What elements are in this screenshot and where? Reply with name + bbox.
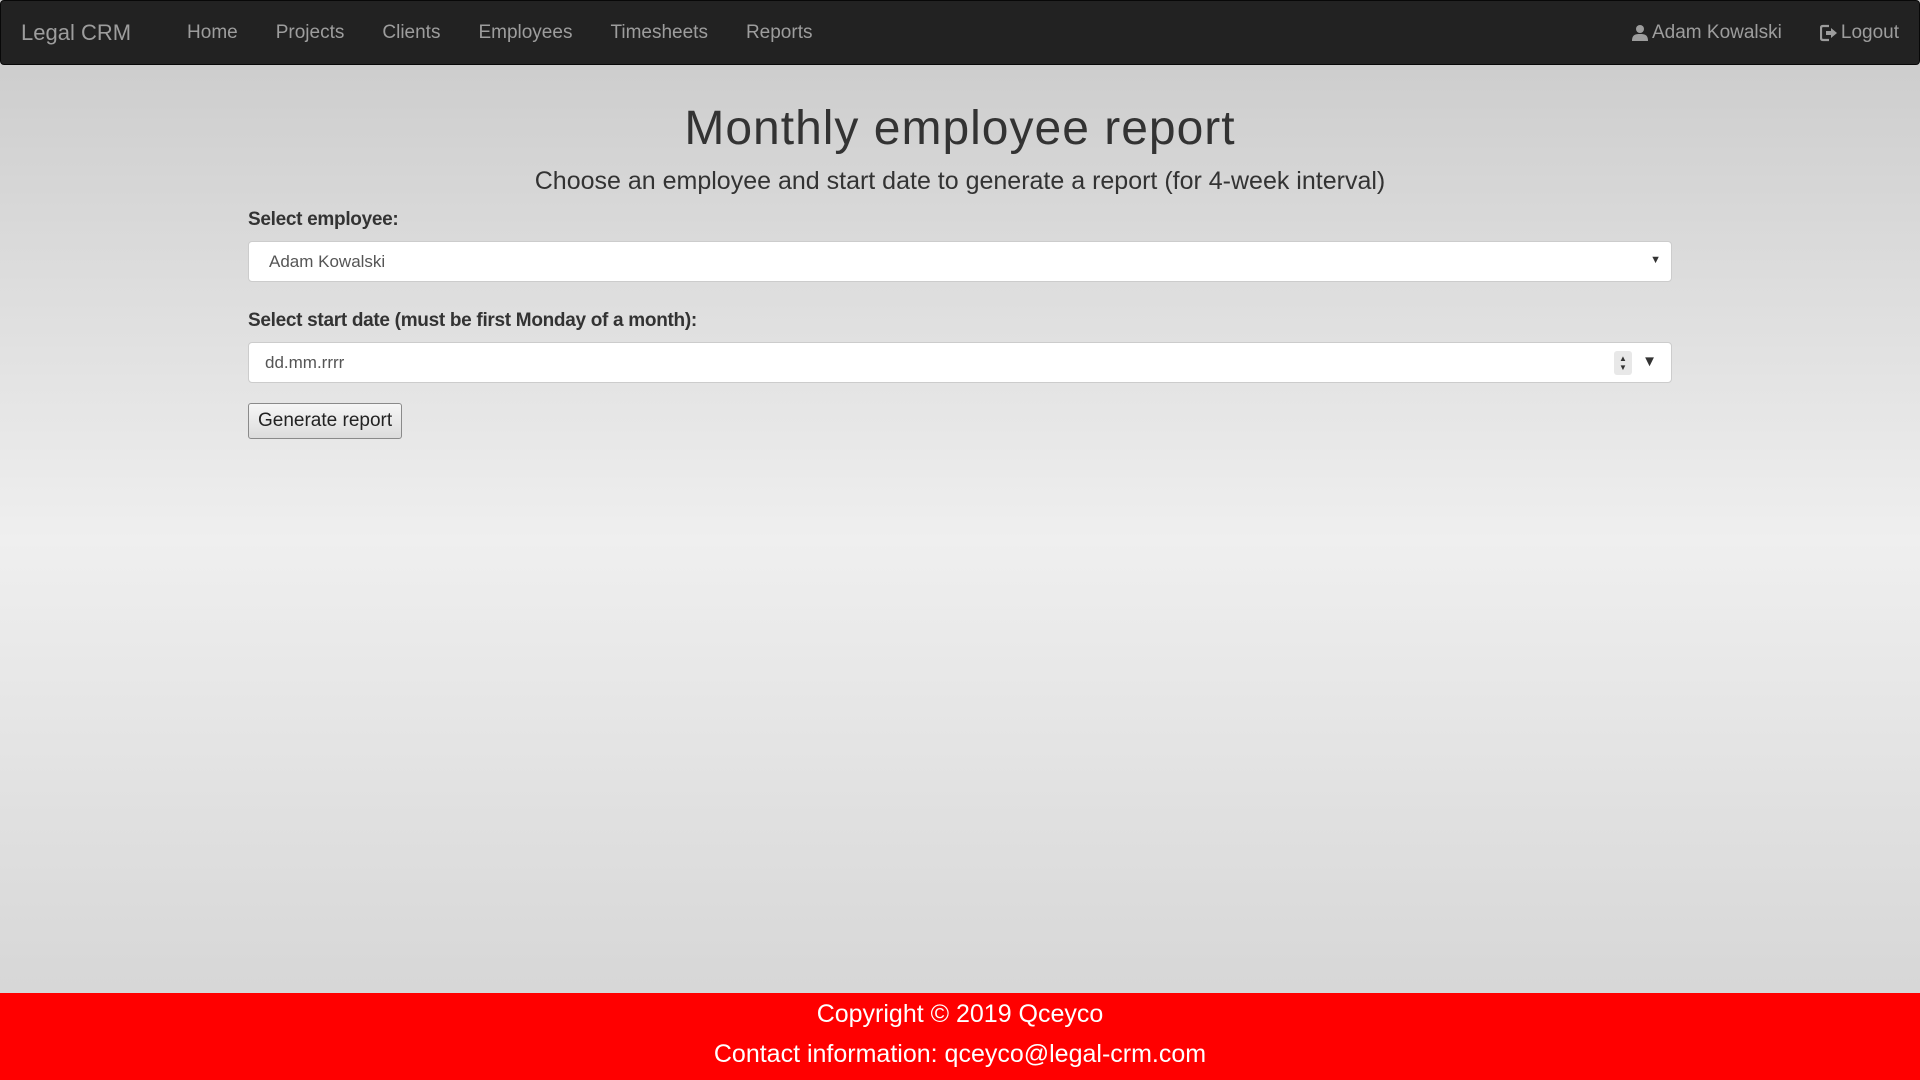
start-date-input[interactable]: dd.mm.rrrr ▲ ▼ ▼ xyxy=(248,342,1672,383)
brand-link[interactable]: Legal CRM xyxy=(1,20,151,46)
page-title: Monthly employee report xyxy=(684,102,1236,155)
footer: Copyright © 2019 Qceyco Contact informat… xyxy=(0,993,1920,1080)
date-spinner[interactable]: ▲ ▼ xyxy=(1614,351,1632,375)
employee-select-value: Adam Kowalski xyxy=(269,251,386,271)
logout-link[interactable]: Logout xyxy=(1801,22,1919,44)
user-profile-link[interactable]: Adam Kowalski xyxy=(1612,22,1801,44)
employee-select-label: Select employee: xyxy=(248,209,399,230)
generate-report-button[interactable]: Generate report xyxy=(248,403,403,439)
footer-copyright: Copyright © 2019 Qceyco xyxy=(816,1000,1104,1028)
employee-select[interactable]: Adam Kowalski ▼ xyxy=(248,241,1672,282)
spinner-up-icon: ▲ xyxy=(1619,354,1627,363)
nav-reports[interactable]: Reports xyxy=(727,22,832,44)
start-date-label: Select start date (must be first Monday … xyxy=(248,310,697,331)
top-navbar: Legal CRM Home Projects Clients Employee… xyxy=(0,0,1920,65)
spinner-down-icon: ▼ xyxy=(1619,363,1627,372)
navbar-right: Adam Kowalski Logout xyxy=(1612,22,1919,44)
footer-contact: Contact information: qceyco@legal-crm.co… xyxy=(713,1040,1207,1068)
nav-employees[interactable]: Employees xyxy=(459,22,591,44)
logout-icon xyxy=(1819,24,1838,42)
main-content: Monthly employee report Choose an employ… xyxy=(248,65,1672,439)
nav-timesheets[interactable]: Timesheets xyxy=(591,22,727,44)
user-icon xyxy=(1631,24,1649,42)
logout-label: Logout xyxy=(1840,21,1899,43)
page-subtitle: Choose an employee and start date to gen… xyxy=(534,167,1386,195)
nav-clients[interactable]: Clients xyxy=(363,22,459,44)
nav-home[interactable]: Home xyxy=(168,22,257,44)
start-date-placeholder: dd.mm.rrrr xyxy=(265,352,345,372)
nav-projects[interactable]: Projects xyxy=(257,22,364,44)
user-name: Adam Kowalski xyxy=(1651,21,1782,43)
calendar-dropdown-icon[interactable]: ▼ xyxy=(1642,353,1657,370)
chevron-down-icon: ▼ xyxy=(1650,254,1661,266)
